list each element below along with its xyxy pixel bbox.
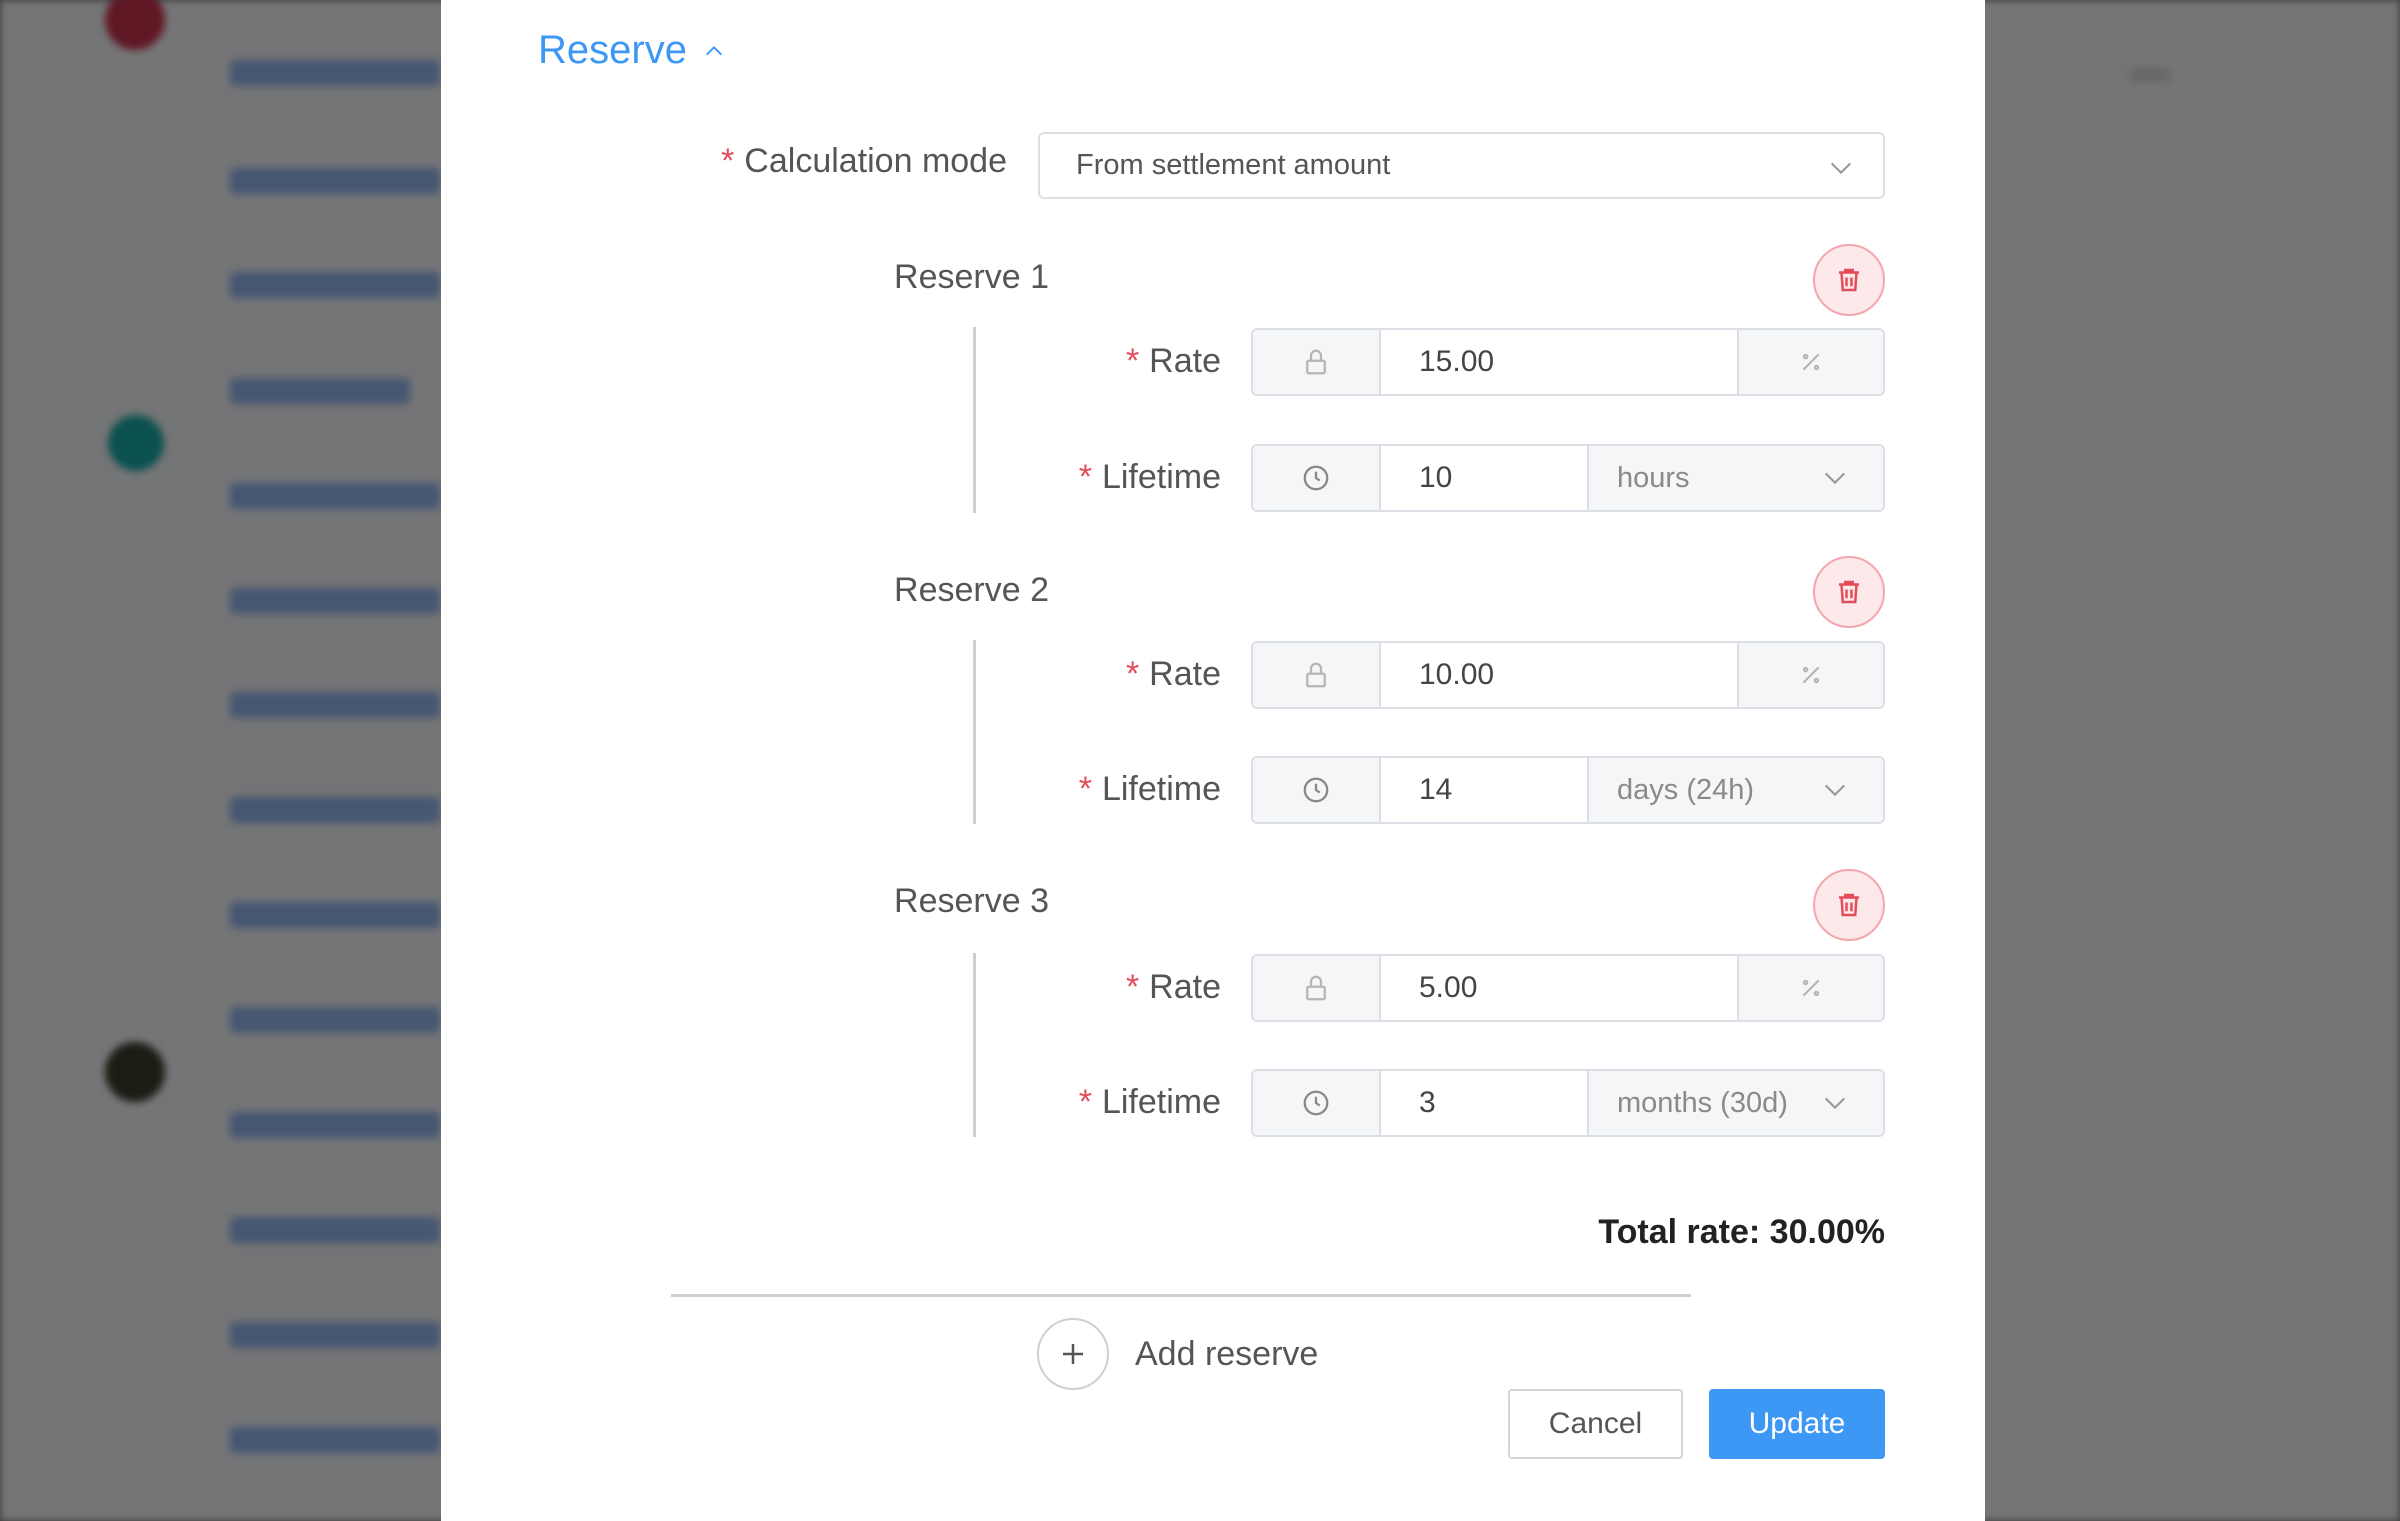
rate-label: * Rate — [1125, 968, 1221, 1006]
rate-input-group: 5.00 — [1251, 954, 1885, 1022]
chevron-down-icon — [1824, 1097, 1846, 1110]
total-rate: Total rate: 30.00% — [1598, 1213, 1885, 1251]
lock-icon — [1253, 643, 1381, 707]
divider — [671, 1294, 1691, 1297]
delete-reserve-button[interactable] — [1813, 244, 1885, 316]
required-mark: * — [1078, 770, 1092, 808]
lifetime-input-group: 14 days (24h) — [1251, 756, 1885, 824]
rate-input[interactable]: 10.00 — [1381, 643, 1739, 707]
lock-icon — [1253, 330, 1381, 394]
percent-icon — [1739, 956, 1883, 1020]
lifetime-input[interactable]: 14 — [1381, 758, 1589, 822]
reserve-title: Reserve 1 — [894, 258, 1049, 296]
rate-label: * Rate — [1125, 342, 1221, 380]
lifetime-unit-value: months (30d) — [1617, 1086, 1788, 1119]
trash-icon — [1839, 268, 1859, 292]
required-mark: * — [1125, 968, 1140, 1006]
lifetime-input[interactable]: 3 — [1381, 1071, 1589, 1135]
percent-icon — [1739, 643, 1883, 707]
chevron-down-icon — [1824, 472, 1846, 485]
chevron-down-icon — [1824, 784, 1846, 797]
cancel-button[interactable]: Cancel — [1508, 1389, 1683, 1459]
reserve-title: Reserve 2 — [894, 571, 1049, 609]
lifetime-unit-select[interactable]: hours — [1589, 446, 1883, 510]
trash-icon — [1839, 580, 1859, 604]
required-mark: * — [1078, 1083, 1092, 1121]
lifetime-input-group: 3 months (30d) — [1251, 1069, 1885, 1137]
clock-icon — [1253, 1071, 1381, 1135]
rate-input-group: 10.00 — [1251, 641, 1885, 709]
lifetime-label: * Lifetime — [1078, 770, 1221, 808]
update-button[interactable]: Update — [1709, 1389, 1885, 1459]
lifetime-label: * Lifetime — [1078, 458, 1221, 496]
lifetime-input-group: 10 hours — [1251, 444, 1885, 512]
calculation-mode-select[interactable]: From settlement amount — [1038, 132, 1885, 199]
reserve-section-toggle[interactable]: Reserve — [538, 28, 725, 73]
lifetime-unit-select[interactable]: days (24h) — [1589, 758, 1883, 822]
required-mark: * — [1078, 458, 1092, 496]
lifetime-unit-value: days (24h) — [1617, 773, 1755, 806]
lock-icon — [1253, 956, 1381, 1020]
reserve-modal: Reserve * Calculation mode From settlemen… — [441, 0, 1985, 1521]
reserve-title: Reserve 3 — [894, 882, 1049, 920]
clock-icon — [1253, 758, 1381, 822]
calculation-mode-label: * Calculation mode — [721, 142, 1007, 180]
lifetime-unit-select[interactable]: months (30d) — [1589, 1071, 1883, 1135]
lifetime-unit-value: hours — [1617, 461, 1690, 494]
lifetime-input[interactable]: 10 — [1381, 446, 1589, 510]
delete-reserve-button[interactable] — [1813, 869, 1885, 941]
trash-icon — [1839, 893, 1859, 917]
delete-reserve-button[interactable] — [1813, 556, 1885, 628]
rate-input-group: 15.00 — [1251, 328, 1885, 396]
section-title: Reserve — [538, 28, 687, 72]
add-reserve-label: Add reserve — [1135, 1334, 1319, 1373]
chevron-up-icon — [705, 45, 722, 55]
add-reserve-button[interactable]: Add reserve — [1037, 1318, 1318, 1390]
rate-label: * Rate — [1125, 655, 1221, 693]
percent-icon — [1739, 330, 1883, 394]
required-mark: * — [1125, 342, 1140, 380]
required-mark: * — [721, 142, 735, 180]
required-mark: * — [1125, 655, 1140, 693]
plus-icon — [1037, 1318, 1109, 1390]
lifetime-label: * Lifetime — [1078, 1083, 1221, 1121]
rate-input[interactable]: 15.00 — [1381, 330, 1739, 394]
rate-input[interactable]: 5.00 — [1381, 956, 1739, 1020]
chevron-down-icon — [1830, 162, 1852, 175]
calculation-mode-value: From settlement amount — [1076, 149, 1391, 181]
clock-icon — [1253, 446, 1381, 510]
